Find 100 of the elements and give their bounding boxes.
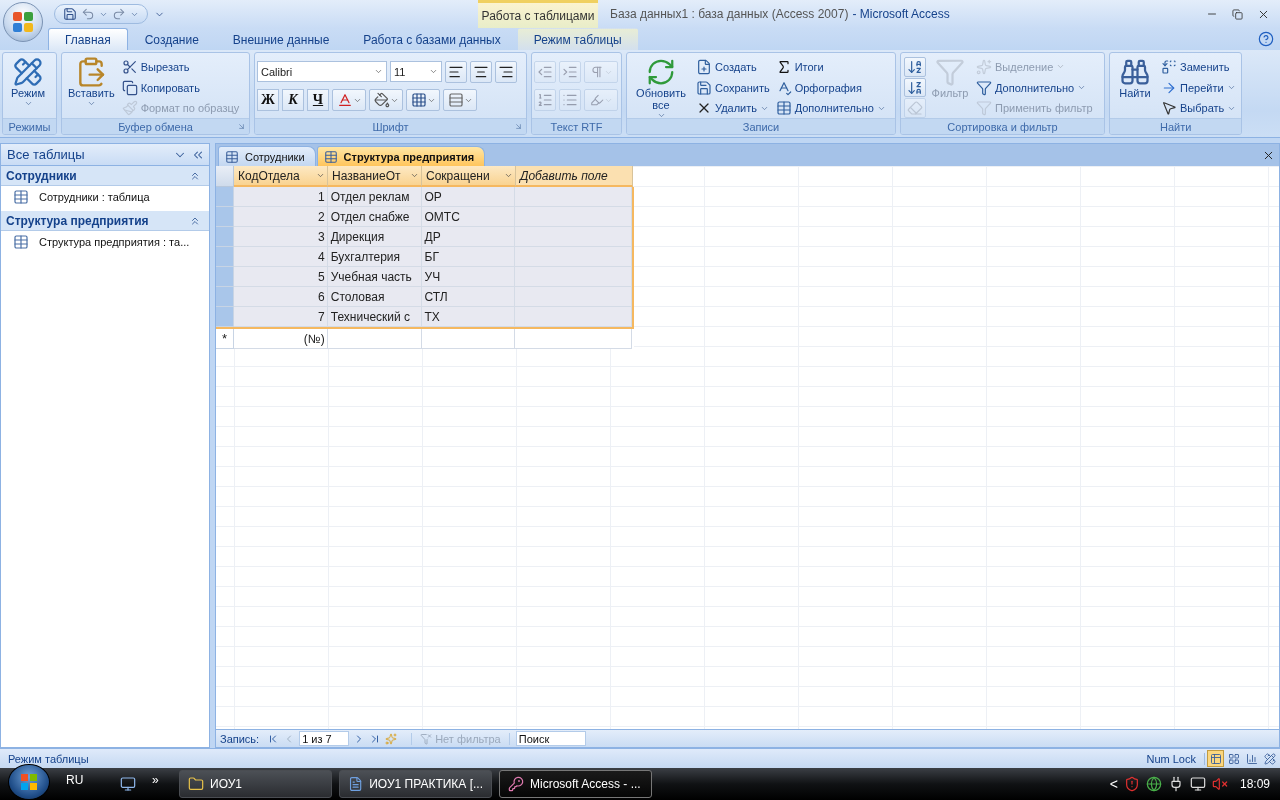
- taskbar-button[interactable]: Microsoft Access - ...: [499, 770, 652, 798]
- tray-expand[interactable]: <: [1109, 776, 1118, 792]
- eraser-icon: [907, 100, 923, 117]
- align-left-icon: [448, 64, 464, 80]
- group-title: Сотрудники: [6, 168, 77, 183]
- folder-icon: [188, 776, 204, 792]
- format-button[interactable]: Ч: [307, 89, 329, 111]
- search-field[interactable]: Поиск: [515, 731, 586, 746]
- help-icon[interactable]: [1258, 31, 1274, 47]
- restore-icon[interactable]: [1232, 8, 1243, 20]
- document-tab[interactable]: Сотрудники: [218, 146, 316, 166]
- ribbon-button[interactable]: Найти: [1113, 56, 1157, 118]
- ruler-pencil-icon: [13, 57, 43, 87]
- status-text: Режим таблицы: [8, 752, 89, 765]
- icon-button[interactable]: [445, 61, 467, 83]
- ribbon-button[interactable]: Режим: [6, 56, 50, 118]
- ribbon-button[interactable]: Вырезать: [119, 57, 242, 77]
- icon-button[interactable]: [369, 89, 403, 111]
- align-right-icon: [498, 64, 514, 80]
- key-icon: [508, 776, 524, 792]
- caret-icon: [316, 171, 325, 180]
- table-icon: [13, 234, 29, 250]
- column-header[interactable]: Сокращени: [422, 166, 516, 187]
- caret-icon: [504, 171, 513, 180]
- ribbon-tab[interactable]: Внешние данные: [215, 28, 347, 50]
- globe-icon[interactable]: [1145, 776, 1162, 792]
- save-icon: [696, 79, 712, 96]
- funnel-icon: [935, 57, 965, 87]
- fill-bucket-icon: [373, 92, 390, 108]
- desktop-icon[interactable]: [120, 776, 136, 792]
- ribbon-button[interactable]: Перейти: [1159, 77, 1239, 98]
- group-label: Шрифт: [372, 120, 409, 133]
- icon-button[interactable]: [470, 61, 492, 83]
- ribbon-tab[interactable]: Главная: [48, 28, 128, 50]
- shield-warning-icon[interactable]: [1123, 776, 1140, 792]
- ribbon-button[interactable]: Обновить все: [630, 56, 692, 118]
- funnel-icon: [976, 79, 992, 96]
- num-lock-indicator: Num Lock: [1146, 752, 1205, 765]
- document-icon: [348, 776, 364, 792]
- ribbon-button[interactable]: Создать: [694, 57, 772, 77]
- view-button[interactable]: [1261, 750, 1278, 767]
- pointer-icon: [1161, 100, 1177, 117]
- format-button[interactable]: К: [282, 89, 304, 111]
- undo-icon[interactable]: [81, 7, 95, 21]
- ribbon-button[interactable]: Сохранить: [694, 77, 772, 98]
- scissors-icon: [121, 58, 138, 75]
- save-icon[interactable]: [63, 7, 77, 21]
- ribbon-tab[interactable]: Создание: [127, 28, 216, 50]
- record-label: Запись:: [220, 732, 260, 745]
- ribbon-button[interactable]: Вставить: [65, 56, 118, 118]
- nav-item[interactable]: Сотрудники : таблица: [1, 186, 209, 208]
- volume-muted-icon[interactable]: [1211, 776, 1228, 792]
- ribbon-button[interactable]: Удалить: [694, 98, 772, 118]
- format-button[interactable]: Ж: [257, 89, 279, 111]
- funnel-icon: [420, 732, 433, 745]
- group-label: Записи: [742, 120, 780, 133]
- new-row-marker: *: [216, 329, 234, 349]
- record-position-field[interactable]: 1 из 7: [299, 731, 350, 746]
- nav-group-header[interactable]: Сотрудники: [1, 166, 209, 186]
- office-logo-icon: [12, 11, 34, 33]
- ribbon-button[interactable]: Итоги: [773, 57, 888, 77]
- launcher-icon[interactable]: [237, 122, 246, 131]
- group-label: Найти: [1159, 120, 1192, 133]
- document-tab[interactable]: Структура предприятия: [316, 146, 486, 166]
- language-indicator[interactable]: RU: [66, 773, 120, 787]
- table-icon: [775, 100, 792, 117]
- copy-icon: [121, 79, 138, 96]
- ribbon-tab[interactable]: Режим таблицы: [517, 28, 638, 50]
- redo-icon[interactable]: [112, 7, 126, 21]
- column-header[interactable]: Добавить поле: [516, 166, 633, 187]
- contextual-tab-label: Работа с таблицами: [478, 0, 598, 28]
- brush-icon: [121, 100, 138, 117]
- icon-button[interactable]: [495, 61, 517, 83]
- view-button[interactable]: [1207, 750, 1224, 767]
- taskbar-button[interactable]: ИОУ1: [179, 770, 332, 798]
- ribbon-tab[interactable]: Работа с базами данных: [346, 28, 518, 50]
- ribbon-button[interactable]: Дополнительно: [773, 98, 888, 118]
- ribbon-button[interactable]: Орфография: [773, 77, 888, 98]
- refresh-icon: [646, 57, 676, 87]
- taskbar-button[interactable]: ИОУ1 ПРАКТИКА [...: [339, 770, 492, 798]
- clock: 18:09: [1239, 777, 1270, 791]
- windows-logo-icon: [20, 773, 38, 791]
- rows-icon: [447, 92, 464, 108]
- ribbon-button[interactable]: Выбрать: [1159, 98, 1239, 118]
- launcher-icon[interactable]: [514, 122, 523, 131]
- column-header[interactable]: НазваниеОт: [328, 166, 422, 187]
- table-cell: (№): [233, 329, 328, 349]
- more-button[interactable]: »: [152, 773, 159, 787]
- table-cell: 7: [233, 307, 328, 327]
- size-field[interactable]: 11: [390, 61, 442, 82]
- highlighter-icon: [589, 93, 604, 107]
- nav-item[interactable]: Структура предприятия : та...: [1, 231, 209, 253]
- font-field[interactable]: Calibri: [257, 61, 387, 82]
- ribbon-button[interactable]: Заменить: [1159, 57, 1239, 77]
- column-header[interactable]: КодОтдела: [234, 166, 328, 187]
- start-button[interactable]: [8, 764, 50, 800]
- nav-group-header[interactable]: Структура предприятия: [1, 211, 209, 231]
- ribbon-button[interactable]: Дополнительно: [974, 77, 1095, 98]
- sort-ascending-icon: [907, 58, 923, 75]
- ribbon-button[interactable]: Копировать: [119, 77, 242, 98]
